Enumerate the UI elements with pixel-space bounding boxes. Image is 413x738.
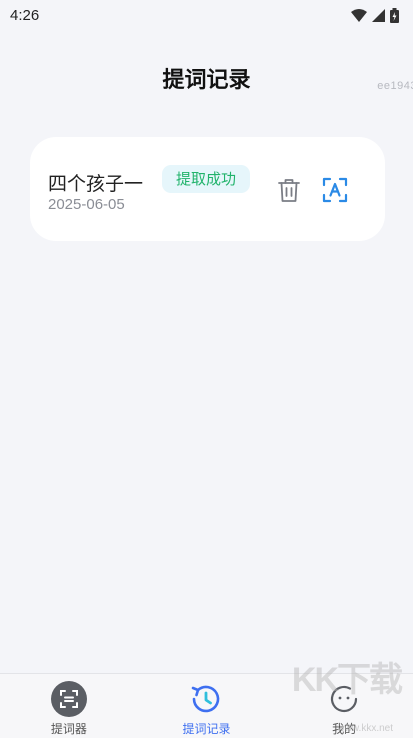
tab-label: 提词记录 <box>182 722 231 736</box>
tab-teleprompter[interactable]: 提词器 <box>14 674 124 737</box>
delete-button[interactable] <box>274 175 304 205</box>
status-time: 4:26 <box>10 6 40 24</box>
wifi-icon <box>351 8 367 22</box>
extract-text-button[interactable] <box>320 175 350 205</box>
text-scan-icon <box>322 177 348 203</box>
record-title: 四个孩子一 <box>48 173 144 195</box>
bottom-tab-bar: 提词器 提词记录 我的 <box>0 673 413 738</box>
tab-profile[interactable]: 我的 <box>289 674 399 737</box>
page-title: 提词记录 <box>162 68 251 93</box>
signal-icon <box>372 8 385 22</box>
status-bar: 4:26 <box>0 0 413 30</box>
profile-face-icon <box>325 680 363 718</box>
history-clock-icon <box>187 680 225 718</box>
status-badge: 提取成功 <box>162 165 251 193</box>
tab-label: 提词器 <box>50 722 87 736</box>
tab-history[interactable]: 提词记录 <box>151 674 261 737</box>
battery-icon <box>390 7 399 23</box>
tab-label: 我的 <box>332 722 357 736</box>
teleprompter-icon <box>50 680 88 718</box>
record-date: 2025-06-05 <box>48 196 125 213</box>
status-icons <box>351 7 399 23</box>
trash-icon <box>278 179 300 202</box>
record-card[interactable]: 四个孩子一 提取成功 2025-06-05 <box>30 137 385 241</box>
